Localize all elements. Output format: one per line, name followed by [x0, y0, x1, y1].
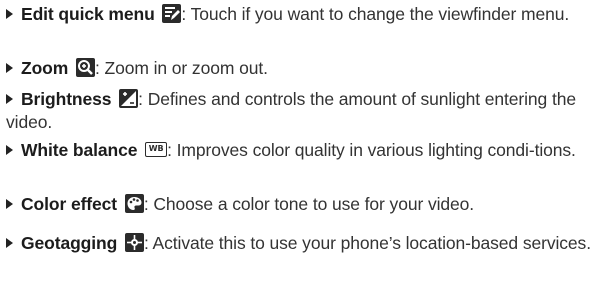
- white-balance-icon: WB: [145, 142, 168, 157]
- term-zoom: Zoom: [21, 58, 69, 78]
- bullet-arrow-icon: [6, 238, 13, 248]
- term-brightness: Brightness: [21, 89, 112, 109]
- term-color-effect: Color effect: [21, 194, 118, 214]
- bullet-arrow-icon: [6, 199, 13, 209]
- list-item-edit-quick-menu: Edit quick menu : Touch if you want to c…: [6, 3, 596, 26]
- list-item-color-effect: Color effect : Choose a color tone to us…: [6, 193, 596, 216]
- bullet-arrow-icon: [6, 94, 13, 104]
- brightness-icon: [119, 89, 139, 108]
- color-effect-icon: [124, 194, 144, 213]
- white-balance-icon-label: WB: [148, 144, 164, 153]
- term-geotagging: Geotagging: [21, 233, 118, 253]
- description-geotagging: : Activate this to use your phone’s loca…: [143, 233, 591, 253]
- bullet-arrow-icon: [6, 9, 13, 19]
- description-white-balance: : Improves color quality in various ligh…: [167, 140, 576, 160]
- term-edit-quick-menu: Edit quick menu: [21, 4, 155, 24]
- description-zoom: : Zoom in or zoom out.: [95, 58, 268, 78]
- description-color-effect: : Choose a color tone to use for your vi…: [143, 194, 475, 214]
- list-item-zoom: Zoom : Zoom in or zoom out.: [6, 57, 596, 80]
- bullet-arrow-icon: [6, 63, 13, 73]
- term-white-balance: White balance: [21, 140, 138, 160]
- document-page: Edit quick menu : Touch if you want to c…: [0, 0, 600, 308]
- geotagging-icon: [124, 233, 144, 252]
- description-edit-quick-menu: : Touch if you want to change the viewfi…: [181, 4, 570, 24]
- zoom-in-icon: [76, 58, 95, 77]
- list-item-brightness: Brightness : Defines and controls the am…: [6, 88, 596, 134]
- list-item-geotagging: Geotagging : Activate this to use your p…: [6, 232, 596, 255]
- list-item-white-balance: White balance WB : Improves color qualit…: [6, 139, 596, 162]
- bullet-arrow-icon: [6, 145, 13, 155]
- edit-quick-menu-icon: [162, 4, 182, 23]
